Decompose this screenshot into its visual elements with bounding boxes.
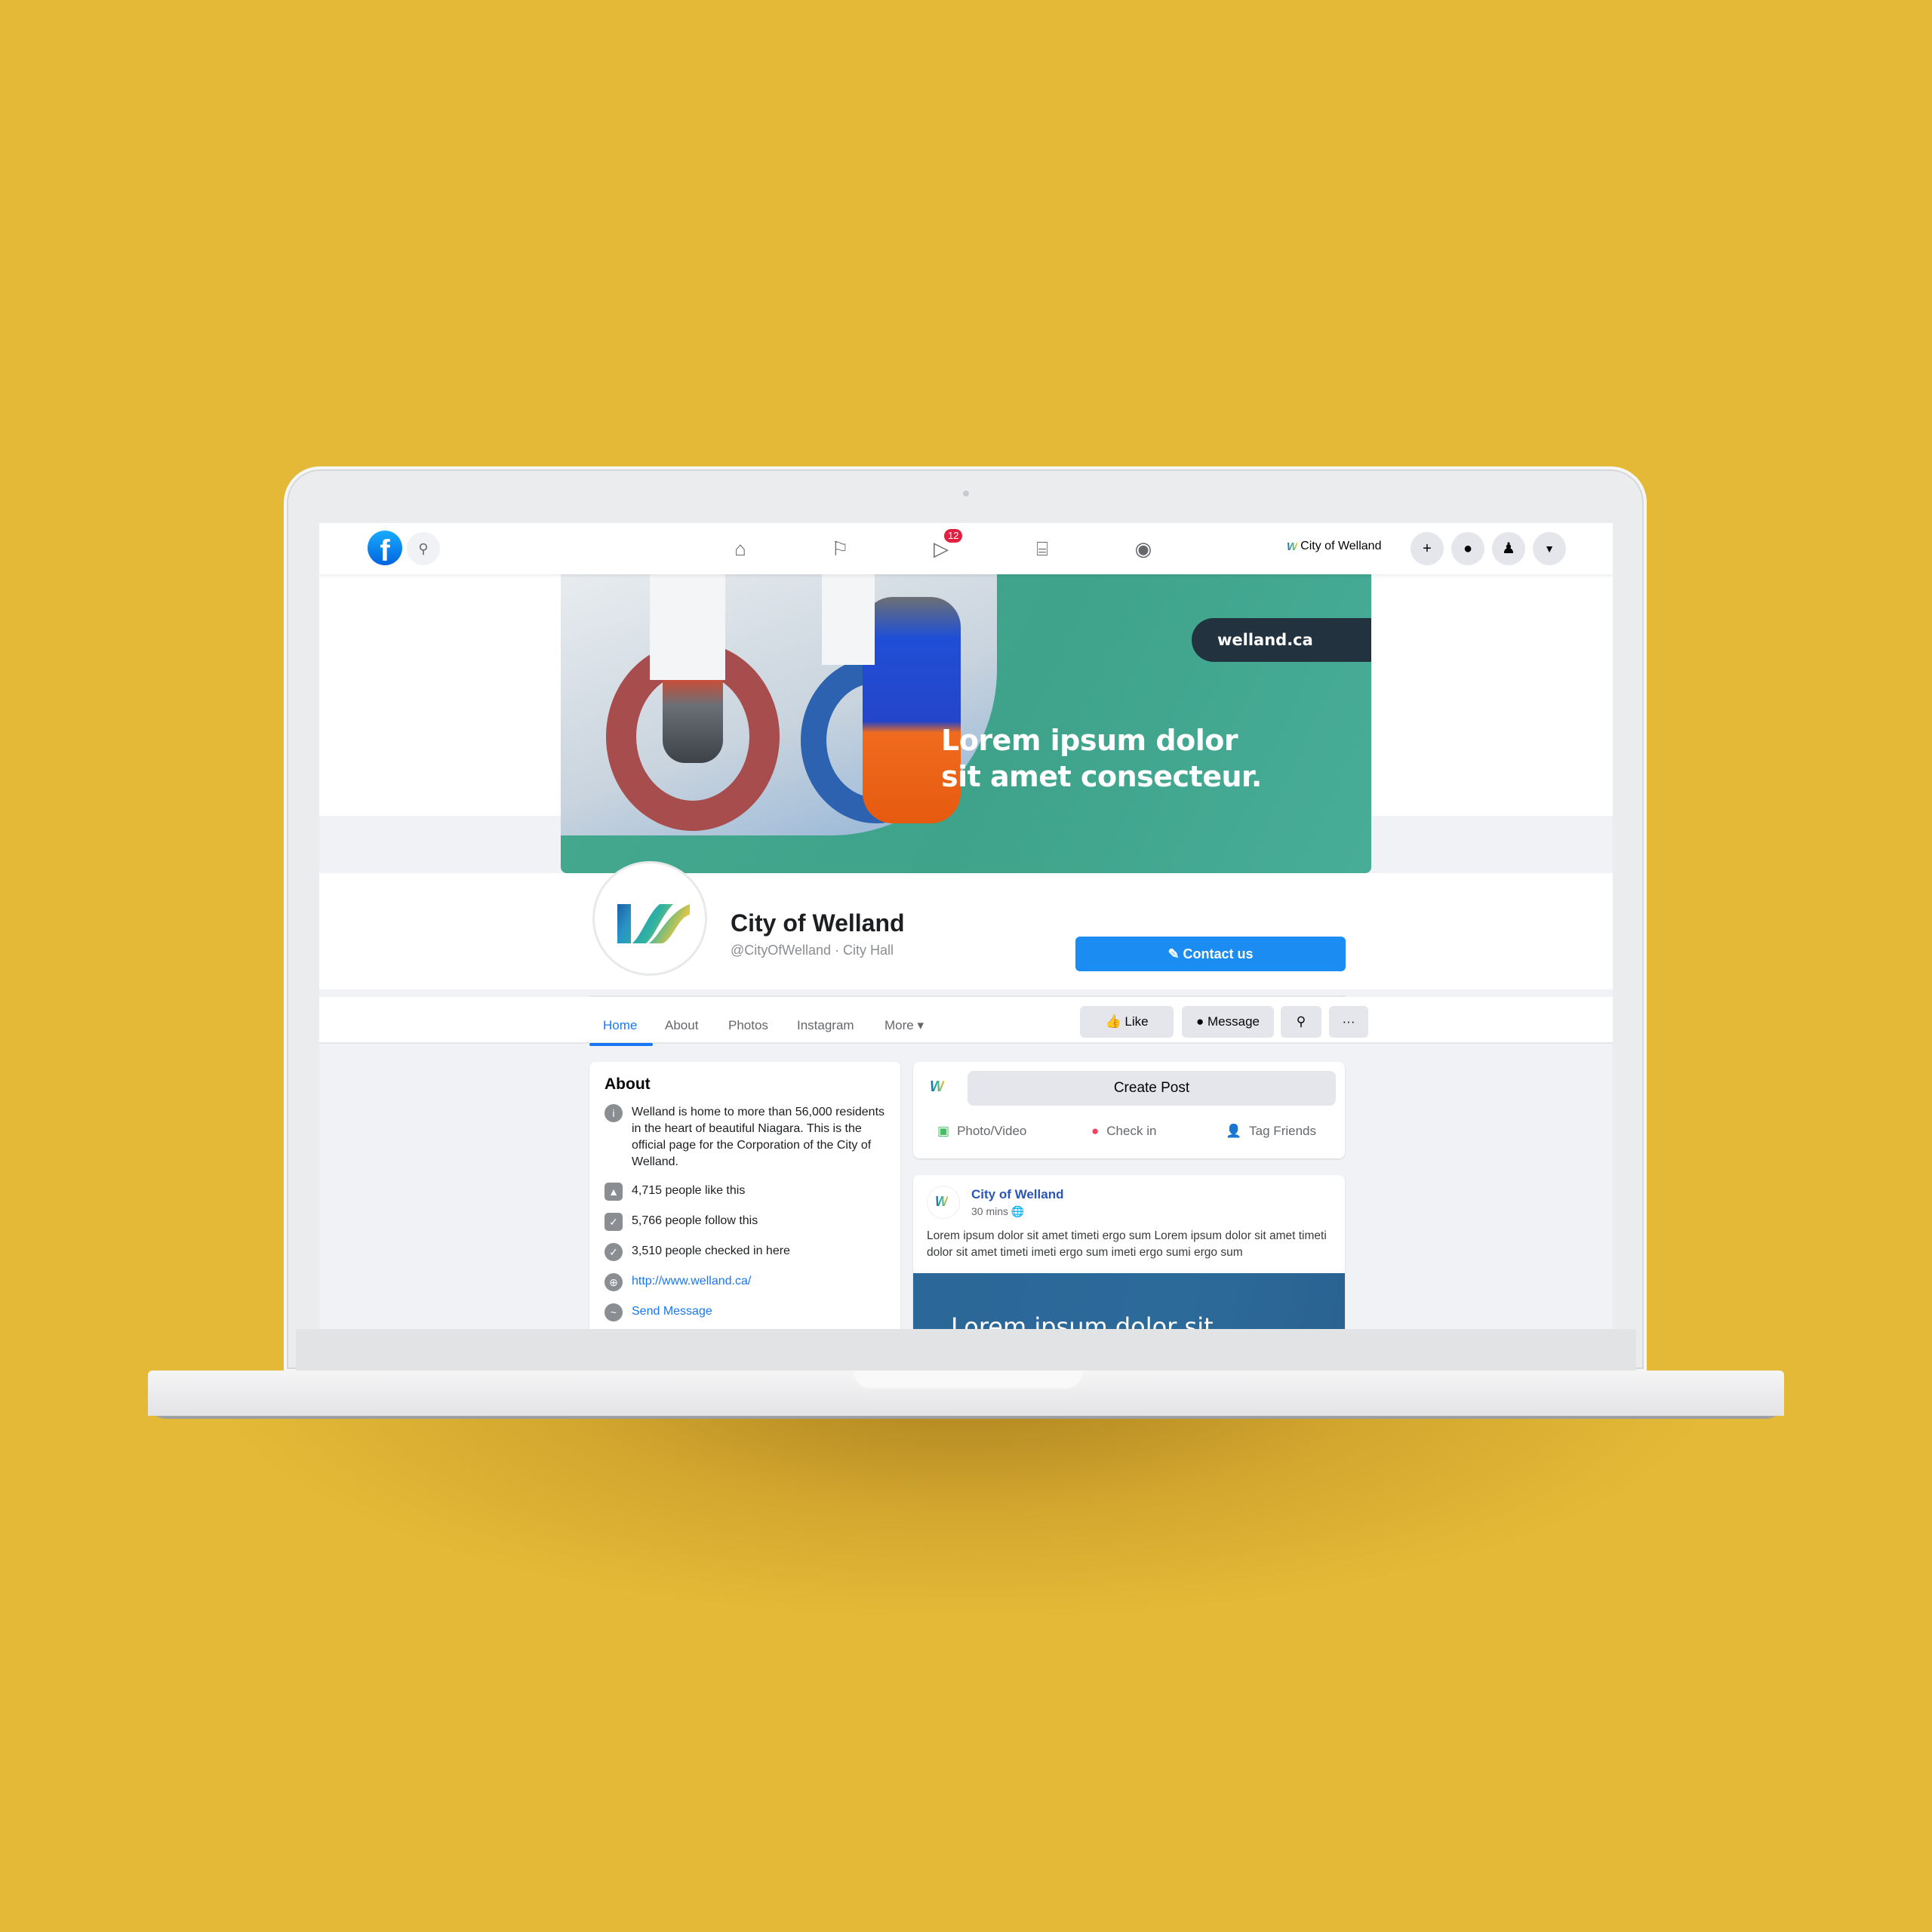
follows-row: ✓ 5,766 people follow this [605,1213,885,1231]
photo-cutout [822,574,875,665]
like-button[interactable]: 👍 Like [1080,1006,1174,1038]
pencil-icon: ✎ [1168,946,1183,961]
location-pin-icon: ● [1091,1124,1100,1138]
welland-mini-logo: W [930,1078,944,1095]
contact-us-label: Contact us [1183,946,1254,961]
tab-about[interactable]: About [665,1018,698,1033]
bell-icon[interactable]: ♟ [1492,532,1525,565]
tab-photos[interactable]: Photos [728,1018,768,1033]
photo-cutout [650,574,725,680]
about-card: About i Welland is home to more than 56,… [589,1062,900,1329]
messenger-icon: ~ [605,1303,623,1321]
post-image[interactable]: Lorem ipsum dolor sit [913,1273,1345,1329]
plus-icon[interactable]: + [1411,532,1444,565]
cover-headline-line2: sit amet consecteur. [941,760,1262,793]
laptop-camera [963,491,969,497]
page-handle: @CityOfWelland · City Hall [731,943,894,958]
caret-down-icon[interactable]: ▼ [1533,532,1566,565]
photo-video-button[interactable]: ▣ Photo/Video [937,1124,1026,1139]
website-link[interactable]: http://www.welland.ca/ [632,1273,751,1291]
watch-icon[interactable]: ▷ 12 [926,529,963,564]
contact-us-button[interactable]: ✎ Contact us [1075,937,1346,971]
check-in-button[interactable]: ● Check in [1091,1124,1156,1139]
facebook-topbar: f ⚲ ⌂ ⚐ ▷ 12 ⌸ ◉ W City of Welland + ● ♟… [319,523,1613,574]
page-switcher-label: City of Welland [1300,540,1382,552]
post-timestamp: 30 mins 🌐 [971,1205,1024,1218]
category-text: · City Hall [835,943,894,958]
follow-check-icon: ✓ [605,1213,623,1231]
messenger-icon: ● [1196,1014,1204,1029]
profile-area [319,873,1613,989]
handle-text: @CityOfWelland [731,943,831,958]
messenger-icon[interactable]: ● [1451,532,1484,565]
post-avatar[interactable]: W [927,1186,960,1219]
cover-photo: welland.ca Lorem ipsum dolor sit amet co… [561,574,1371,873]
search-icon: ⚲ [418,541,429,556]
laptop-bezel-bottom [296,1329,1636,1371]
tab-home[interactable]: Home [603,1018,637,1033]
cover-headline-line1: Lorem ipsum dolor [941,724,1238,757]
welland-mini-logo: W [935,1194,948,1209]
divider [589,995,1346,997]
welland-mini-logo: W [1287,540,1298,553]
flag-icon[interactable]: ⚐ [825,534,855,564]
about-title: About [605,1075,651,1093]
page-title: City of Welland [731,909,905,937]
message-label: Message [1208,1014,1260,1029]
search-icon: ⚲ [1296,1014,1306,1029]
welland-logo-icon [617,904,690,943]
search-button[interactable]: ⚲ [407,532,440,565]
tab-instagram[interactable]: Instagram [797,1018,854,1033]
home-icon[interactable]: ⌂ [725,534,755,564]
page-switcher[interactable]: W City of Welland [1287,540,1381,553]
cover-photo-image [561,574,997,835]
marketplace-icon[interactable]: ⌸ [1027,534,1057,564]
send-message-link[interactable]: Send Message [632,1303,712,1321]
more-options-button[interactable]: ··· [1329,1006,1368,1038]
check-in-label: Check in [1106,1124,1157,1138]
post-author[interactable]: City of Welland [971,1187,1063,1202]
likes-text: 4,715 people like this [632,1184,746,1197]
post-time-text: 30 mins [971,1205,1009,1217]
post-image-headline: Lorem ipsum dolor sit [951,1312,1214,1329]
active-tab-indicator [589,1043,653,1046]
globe-icon: 🌐 [1011,1205,1025,1217]
photo-icon: ▣ [937,1124,950,1138]
website-row: ⊕ http://www.welland.ca/ [605,1273,885,1291]
globe-icon: ⊕ [605,1273,623,1291]
post-card: W City of Welland 30 mins 🌐 Lorem ipsum … [913,1175,1345,1329]
page-search-button[interactable]: ⚲ [1281,1006,1321,1038]
checkins-row: ✓ 3,510 people checked in here [605,1243,885,1261]
thumbs-up-icon: 👍 [1105,1014,1121,1029]
about-description-row: i Welland is home to more than 56,000 re… [605,1104,885,1171]
photo-video-label: Photo/Video [957,1124,1027,1138]
groups-icon[interactable]: ◉ [1128,534,1158,564]
tag-friends-button[interactable]: 👤 Tag Friends [1226,1124,1316,1139]
checkins-text: 3,510 people checked in here [632,1244,790,1257]
create-post-button[interactable]: Create Post [968,1071,1336,1106]
like-label: Like [1124,1014,1149,1029]
ellipsis-icon: ··· [1342,1014,1355,1029]
tag-friends-label: Tag Friends [1249,1124,1316,1138]
tabs-bar [319,997,1613,1044]
send-message-row: ~ Send Message [605,1303,885,1321]
tab-more[interactable]: More ▾ [884,1018,924,1033]
browser-screen: f ⚲ ⌂ ⚐ ▷ 12 ⌸ ◉ W City of Welland + ● ♟… [319,523,1613,1329]
info-icon: i [605,1104,623,1122]
facebook-logo-icon[interactable]: f [368,531,402,565]
about-description: Welland is home to more than 56,000 resi… [632,1106,885,1168]
follows-text: 5,766 people follow this [632,1214,758,1227]
create-post-card: W Create Post ▣ Photo/Video ● Check in 👤… [913,1062,1345,1158]
checkin-pin-icon: ✓ [605,1243,623,1261]
website-pill: welland.ca [1192,618,1371,662]
notification-badge: 12 [944,529,963,543]
cover-headline: Lorem ipsum dolor sit amet consecteur. [941,722,1262,795]
thumbs-up-icon: ▲ [605,1183,623,1201]
laptop-opening-notch [853,1371,1084,1390]
likes-row: ▲ 4,715 people like this [605,1183,885,1201]
profile-avatar[interactable] [592,861,707,976]
tag-friends-icon: 👤 [1226,1124,1242,1138]
post-text: Lorem ipsum dolor sit amet timeti ergo s… [927,1229,1327,1259]
message-button[interactable]: ● Message [1182,1006,1274,1038]
